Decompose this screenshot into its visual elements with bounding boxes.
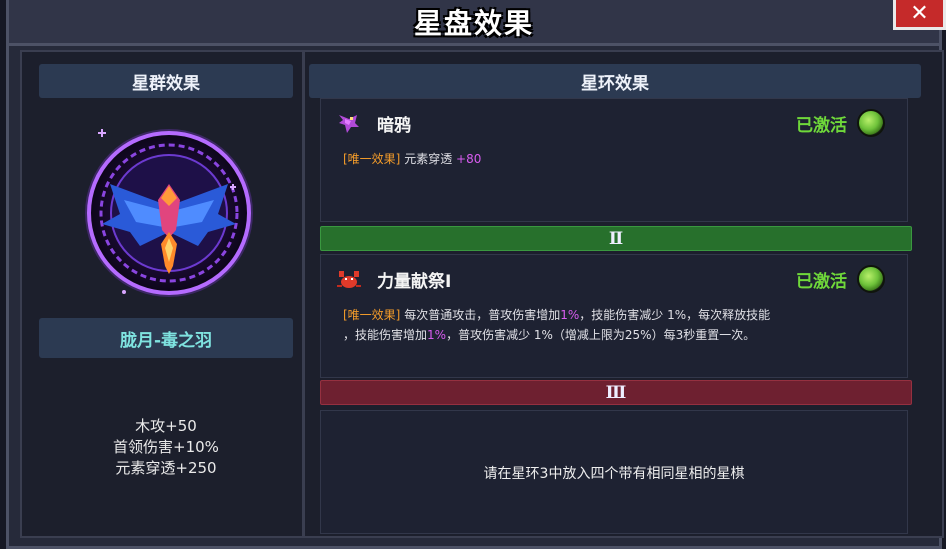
unique-effect-tag: [唯一效果] [343, 308, 401, 322]
crow-icon [339, 115, 359, 133]
effect-line: ，技能伤害增加1%，普攻伤害减少 1%（增减上限为25%）每3秒重置一次。 [343, 325, 893, 345]
constellation-name: 胧月-毒之羽 [39, 318, 293, 358]
effect-name: 力量献祭Ⅰ [377, 272, 452, 292]
active-indicator-icon [857, 265, 885, 293]
effect-value: 1% [427, 328, 447, 342]
effect-text: ，普攻伤害减少 1%（增减上限为25%）每3秒重置一次。 [446, 328, 756, 342]
effect-header: 力量献祭Ⅰ 已激活 [321, 265, 907, 293]
close-button[interactable]: ✕ [893, 0, 946, 30]
effect-text: ，技能伤害减少 1%，每次释放技能 [579, 308, 771, 322]
crab-icon [337, 271, 361, 288]
active-indicator-icon [857, 109, 885, 137]
effect-name: 暗鸦 [377, 116, 411, 136]
effect-description: [唯一效果] 每次普通攻击，普攻伤害增加1%，技能伤害减少 1%，每次释放技能 … [343, 305, 893, 345]
effect-text: 元素穿透 [404, 152, 457, 166]
title-bar: 星盘效果 [9, 0, 939, 46]
crow-emblem-icon [85, 129, 253, 297]
tier-iii-bar: Ⅲ [320, 380, 912, 405]
stat-line: 元素穿透+250 [115, 459, 217, 477]
effect-description: [唯一效果] 元素穿透 +80 [343, 149, 893, 169]
constellation-stats: 木攻+50 首领伤害+10% 元素穿透+250 [39, 416, 293, 479]
panel-divider [302, 52, 305, 536]
constellation-effects-header: 星群效果 [39, 64, 293, 98]
effect-value: +80 [456, 152, 482, 166]
ring-effect-3: 请在星环3中放入四个带有相同星相的星棋 [320, 410, 908, 534]
tier-ii-bar: Ⅱ [320, 226, 912, 251]
content-panel: 星群效果 胧月-毒之羽 木攻+50 首领伤害+10% 元素穿透+250 星环效果… [20, 50, 944, 538]
astrolabe-window: 星盘效果 星群效果 胧月-毒之羽 木攻+50 首领伤害+10% 元素穿透+250… [6, 0, 944, 549]
constellation-emblem [80, 114, 258, 304]
effect-line: [唯一效果] 每次普通攻击，普攻伤害增加1%，技能伤害减少 1%，每次释放技能 [343, 305, 893, 325]
effect-status: 已激活 [796, 272, 847, 292]
effect-text: 每次普通攻击，普攻伤害增加 [400, 308, 561, 322]
ring-effect-2: 力量献祭Ⅰ 已激活 [唯一效果] 每次普通攻击，普攻伤害增加1%，技能伤害减少 … [320, 254, 908, 378]
effect-header: 暗鸦 已激活 [321, 109, 907, 137]
stat-line: 木攻+50 [135, 417, 197, 435]
effect-text: ，技能伤害增加 [343, 328, 428, 342]
ring-hint-text: 请在星环3中放入四个带有相同星相的星棋 [483, 466, 745, 482]
close-icon: ✕ [910, 1, 929, 26]
ring-effect-1: 暗鸦 已激活 [唯一效果] 元素穿透 +80 [320, 98, 908, 222]
effect-status: 已激活 [796, 116, 847, 136]
effect-value: 1% [560, 308, 580, 322]
window-title: 星盘效果 [413, 6, 534, 40]
stat-line: 首领伤害+10% [113, 438, 219, 456]
ring-effects-header: 星环效果 [309, 64, 921, 98]
unique-effect-tag: [唯一效果] [343, 152, 401, 166]
